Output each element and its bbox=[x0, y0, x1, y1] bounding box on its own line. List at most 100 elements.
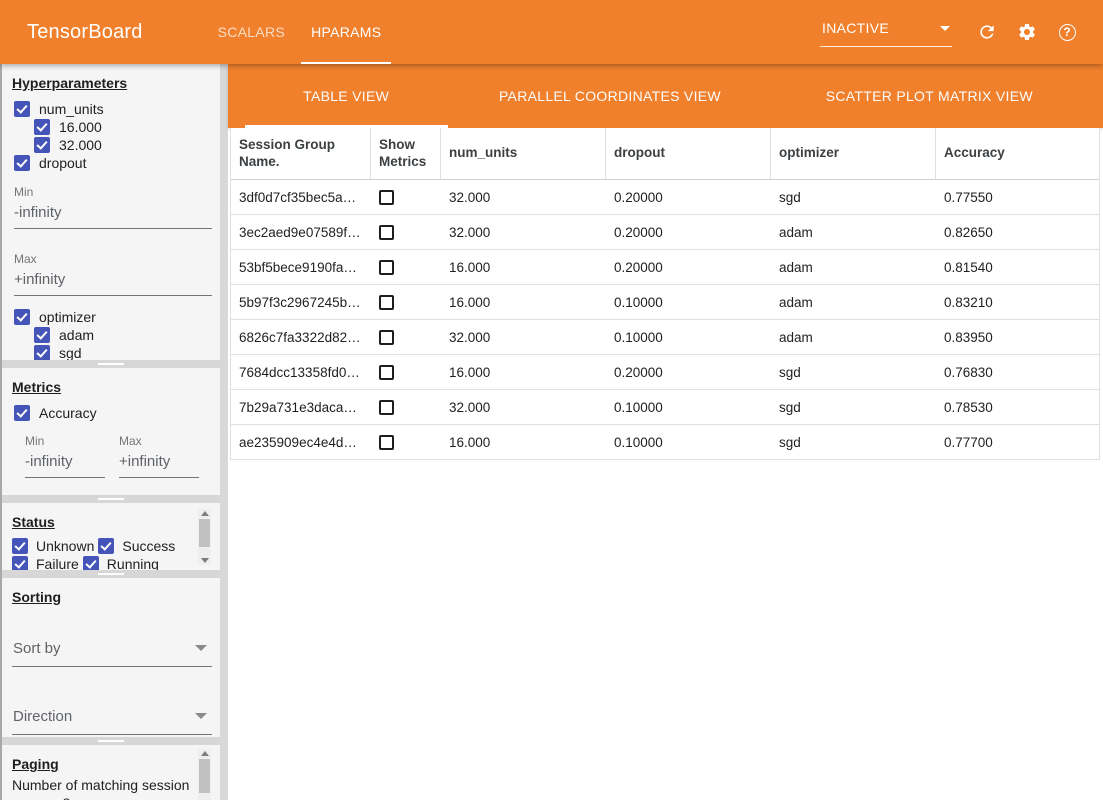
tab-hparams[interactable]: HPARAMS bbox=[301, 0, 391, 64]
col-optimizer: optimizer bbox=[771, 128, 936, 179]
table-header: Session Group Name. Show Metrics num_uni… bbox=[231, 128, 1099, 180]
help-icon[interactable]: ? bbox=[1057, 22, 1077, 42]
optimizer-adam-checkbox[interactable] bbox=[34, 327, 50, 343]
dropout-value: 0.10000 bbox=[606, 320, 771, 354]
status-scrollbar[interactable] bbox=[198, 509, 211, 565]
session-group-name: 6826c7fa3322d82… bbox=[231, 320, 371, 354]
tab-scalars[interactable]: SCALARS bbox=[208, 0, 295, 64]
checkbox-row-32[interactable]: 32.000 bbox=[12, 136, 210, 154]
accuracy-value: 0.81540 bbox=[936, 250, 1099, 284]
accuracy-min-field: Min -infinity bbox=[25, 434, 105, 478]
optimizer-sgd-checkbox[interactable] bbox=[34, 345, 50, 360]
table-row: 3df0d7cf35bec5a… 32.000 0.20000 sgd 0.77… bbox=[231, 180, 1099, 215]
success-checkbox[interactable] bbox=[98, 538, 114, 554]
sorting-section: Sorting Sort by Direction bbox=[2, 578, 220, 737]
section-resize-handle[interactable] bbox=[2, 495, 220, 503]
scroll-up-icon[interactable] bbox=[198, 509, 211, 518]
sorting-heading: Sorting bbox=[12, 589, 210, 605]
num-units-checkbox[interactable] bbox=[14, 101, 30, 117]
show-metrics-checkbox[interactable] bbox=[379, 260, 394, 275]
failure-checkbox[interactable] bbox=[12, 556, 28, 570]
show-metrics-checkbox[interactable] bbox=[379, 435, 394, 450]
status-item-failure[interactable]: Failure bbox=[12, 555, 79, 570]
checkbox-row-sgd[interactable]: sgd bbox=[12, 344, 210, 360]
dropout-checkbox[interactable] bbox=[14, 155, 30, 171]
status-item-success[interactable]: Success bbox=[98, 537, 175, 555]
paging-scrollbar[interactable] bbox=[198, 749, 211, 800]
num-units-value: 32.000 bbox=[441, 320, 606, 354]
tab-table-view[interactable]: TABLE VIEW bbox=[228, 64, 464, 128]
tab-scatter-plot-matrix-view[interactable]: SCATTER PLOT MATRIX VIEW bbox=[756, 64, 1103, 128]
scroll-down-icon[interactable] bbox=[198, 556, 211, 565]
checkbox-row-num-units[interactable]: num_units bbox=[12, 100, 210, 118]
checkbox-row-dropout[interactable]: dropout bbox=[12, 154, 210, 172]
scroll-up-icon[interactable] bbox=[198, 749, 211, 758]
status-dropdown-value: INACTIVE bbox=[822, 20, 889, 36]
dropout-value: 0.20000 bbox=[606, 180, 771, 214]
hyperparameters-heading: Hyperparameters bbox=[12, 75, 210, 91]
matching-session-groups-text: Number of matching session groups: 8 bbox=[12, 777, 210, 800]
num-units-16-checkbox[interactable] bbox=[34, 119, 50, 135]
show-metrics-checkbox[interactable] bbox=[379, 190, 394, 205]
refresh-icon[interactable] bbox=[977, 22, 997, 42]
running-checkbox[interactable] bbox=[83, 556, 99, 570]
session-group-name: 7b29a731e3daca… bbox=[231, 390, 371, 424]
checkbox-row-accuracy[interactable]: Accuracy bbox=[12, 404, 210, 422]
app-title: TensorBoard bbox=[27, 21, 143, 44]
paging-heading: Paging bbox=[12, 756, 210, 772]
show-metrics-checkbox[interactable] bbox=[379, 365, 394, 380]
tab-parallel-coordinates-view[interactable]: PARALLEL COORDINATES VIEW bbox=[464, 64, 755, 128]
dropout-min-field: Min -infinity bbox=[12, 185, 210, 229]
show-metrics-checkbox[interactable] bbox=[379, 330, 394, 345]
status-item-unknown[interactable]: Unknown bbox=[12, 537, 94, 555]
show-metrics-checkbox[interactable] bbox=[379, 225, 394, 240]
accuracy-value: 0.78530 bbox=[936, 390, 1099, 424]
section-resize-handle[interactable] bbox=[2, 570, 220, 578]
show-metrics-checkbox[interactable] bbox=[379, 295, 394, 310]
unknown-checkbox[interactable] bbox=[12, 538, 28, 554]
direction-select[interactable]: Direction bbox=[12, 704, 212, 735]
main-panel: TABLE VIEW PARALLEL COORDINATES VIEW SCA… bbox=[228, 64, 1103, 800]
status-item-running[interactable]: Running bbox=[83, 555, 159, 570]
accuracy-value: 0.83950 bbox=[936, 320, 1099, 354]
accuracy-min-input[interactable]: -infinity bbox=[25, 448, 105, 478]
min-input[interactable]: -infinity bbox=[14, 199, 212, 229]
status-dropdown[interactable]: INACTIVE bbox=[820, 17, 952, 47]
session-group-name: ae235909ec4e4d… bbox=[231, 425, 371, 459]
dropout-value: 0.20000 bbox=[606, 355, 771, 389]
dropout-value: 0.10000 bbox=[606, 390, 771, 424]
status-section: Status Unknown Success Failure Running bbox=[2, 503, 220, 570]
scrollbar-thumb[interactable] bbox=[199, 519, 210, 547]
section-resize-handle[interactable] bbox=[2, 737, 220, 745]
max-input[interactable]: +infinity bbox=[14, 266, 212, 296]
scrollbar-thumb[interactable] bbox=[199, 759, 210, 793]
section-resize-handle[interactable] bbox=[2, 360, 220, 368]
table-row: 7684dcc13358fd0… 16.000 0.20000 sgd 0.76… bbox=[231, 355, 1099, 390]
num-units-32-checkbox[interactable] bbox=[34, 137, 50, 153]
show-metrics-checkbox[interactable] bbox=[379, 400, 394, 415]
checkbox-row-adam[interactable]: adam bbox=[12, 326, 210, 344]
session-group-name: 5b97f3c2967245b… bbox=[231, 285, 371, 319]
accuracy-checkbox[interactable] bbox=[14, 405, 30, 421]
accuracy-max-input[interactable]: +infinity bbox=[119, 448, 199, 478]
accuracy-value: 0.82650 bbox=[936, 215, 1099, 249]
col-show-metrics: Show Metrics bbox=[371, 128, 441, 179]
dropout-value: 0.20000 bbox=[606, 215, 771, 249]
max-label: Max bbox=[14, 252, 210, 266]
num-units-value: 16.000 bbox=[441, 250, 606, 284]
checkbox-row-optimizer[interactable]: optimizer bbox=[12, 308, 210, 326]
table-row: 53bf5bece9190fa… 16.000 0.20000 adam 0.8… bbox=[231, 250, 1099, 285]
session-group-name: 3ec2aed9e07589f… bbox=[231, 215, 371, 249]
dropout-value: 0.10000 bbox=[606, 425, 771, 459]
dropout-value: 0.20000 bbox=[606, 250, 771, 284]
session-group-table: Session Group Name. Show Metrics num_uni… bbox=[230, 128, 1100, 460]
gear-icon[interactable] bbox=[1017, 22, 1037, 42]
checkbox-row-16[interactable]: 16.000 bbox=[12, 118, 210, 136]
chevron-down-icon bbox=[195, 645, 207, 651]
sort-by-select[interactable]: Sort by bbox=[12, 636, 212, 667]
status-items: Unknown Success Failure Running bbox=[12, 537, 196, 570]
session-group-name: 53bf5bece9190fa… bbox=[231, 250, 371, 284]
optimizer-checkbox[interactable] bbox=[14, 309, 30, 325]
num-units-value: 16.000 bbox=[441, 285, 606, 319]
table-row: ae235909ec4e4d… 16.000 0.10000 sgd 0.777… bbox=[231, 425, 1099, 460]
